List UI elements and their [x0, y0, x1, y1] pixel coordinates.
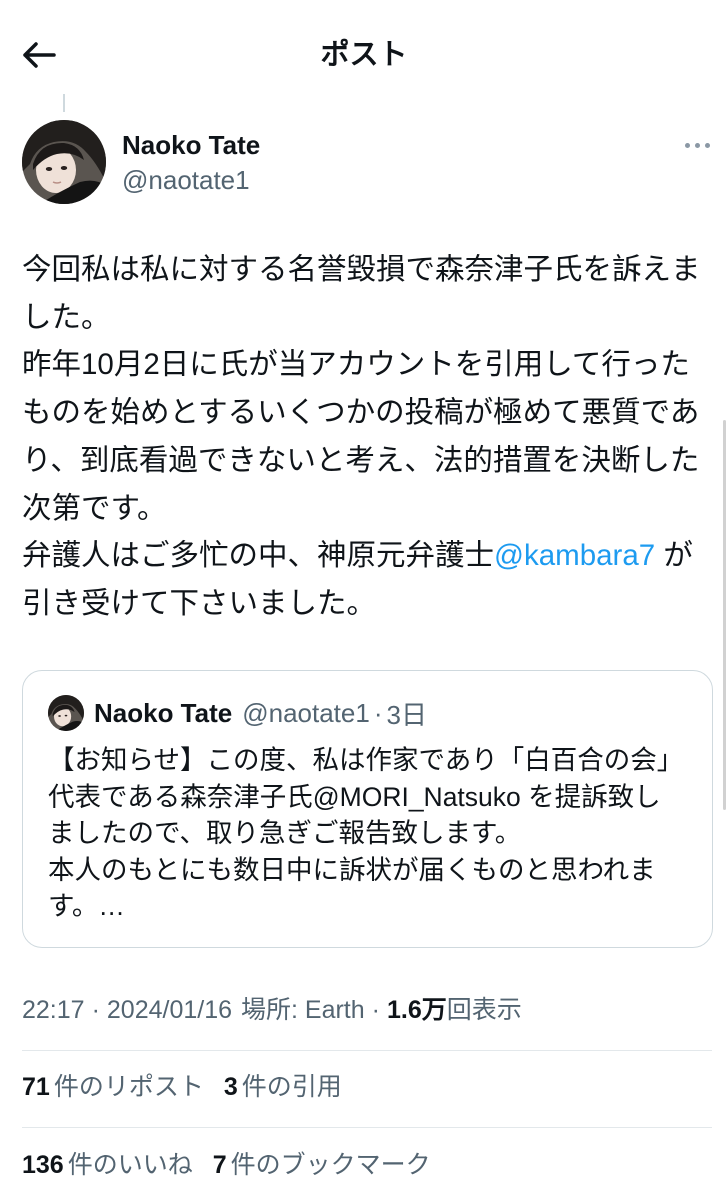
post-text-line: 弁護人はご多忙の中、神原元弁護士@kambara7 が [22, 532, 714, 580]
quoted-author-avatar [48, 695, 84, 731]
quoted-post-header: Naoko Tate @naotate1 · 3日 [48, 695, 427, 731]
author-handle[interactable]: @naotate1 [122, 163, 250, 197]
post-text: 今回私は私に対する名誉毀損で森奈津子氏を訴えま した。 昨年10月2日に氏が当ア… [22, 246, 714, 628]
separator-dot: · [371, 996, 380, 1024]
arrow-left-icon [23, 42, 56, 68]
more-horizontal-icon [684, 142, 710, 148]
divider [22, 1050, 712, 1051]
stat-count: 3 [223, 1073, 238, 1101]
stat-label: 件のブックマーク [230, 1151, 431, 1179]
reposts-stat[interactable]: 71 件のリポスト [22, 1073, 204, 1101]
quoted-text-line: 本人のもとにも数日中に訴状が届くものと思われま [48, 854, 656, 885]
avatar-image [48, 695, 84, 731]
post-metadata: 22:17 · 2024/01/16 場所: Earth · 1.6万回表示 [22, 993, 522, 1027]
view-count-label: 回表示 [446, 996, 522, 1024]
separator-dot: · [373, 697, 383, 728]
post-text-line: 昨年10月2日に氏が当アカウントを引用して行った [22, 348, 690, 382]
stat-count: 136 [22, 1151, 64, 1179]
quotes-stat[interactable]: 3 件の引用 [224, 1073, 342, 1101]
quoted-text-line: 【お知らせ】この度、私は作家であり「白百合の会」 [48, 745, 684, 775]
more-options-button[interactable] [680, 130, 714, 160]
scroll-indicator[interactable] [723, 420, 726, 810]
post-text-segment: が [655, 539, 693, 573]
post-time[interactable]: 22:17 [22, 996, 85, 1024]
stat-count: 71 [22, 1073, 50, 1101]
stat-label: 件のリポスト [53, 1073, 204, 1101]
stats-row: 136 件のいいね 7 件のブックマーク [22, 1148, 451, 1182]
divider [22, 1127, 712, 1128]
quoted-text-line: す。… [48, 891, 125, 921]
post-text-line: した。 [22, 300, 111, 334]
stats-row: 71 件のリポスト 3 件の引用 [22, 1070, 362, 1104]
quoted-author-name: Naoko Tate [94, 697, 233, 728]
quoted-author-handle: @naotate1 [242, 697, 370, 728]
quoted-post-age: 3日 [386, 699, 427, 730]
author-avatar[interactable] [22, 120, 106, 204]
view-count: 1.6万 [387, 996, 447, 1024]
quoted-post-text: 【お知らせ】この度、私は作家であり「白百合の会」 代表である森奈津子氏@MORI… [48, 742, 698, 925]
author-name[interactable]: Naoko Tate [122, 128, 260, 162]
top-bar: ポスト [0, 0, 728, 100]
post-text-line: 今回私は私に対する名誉毀損で森奈津子氏を訴えま [22, 253, 701, 286]
stat-label: 件の引用 [241, 1073, 342, 1101]
post-text-line: り、到底看過できないと考え、法的措置を決断した [22, 443, 700, 477]
likes-stat[interactable]: 136 件のいいね [22, 1151, 193, 1179]
back-button[interactable] [16, 34, 62, 76]
avatar-image [22, 120, 106, 204]
thread-connector [63, 94, 65, 112]
page-title: ポスト [320, 39, 408, 71]
post-text-line: 次第です。 [22, 491, 167, 525]
quoted-text-line: 代表である森奈津子氏@MORI_Natsuko を提訴致し [48, 781, 661, 812]
stat-label: 件のいいね [67, 1151, 193, 1179]
quoted-post[interactable]: Naoko Tate @naotate1 · 3日 【お知らせ】この度、私は作家… [22, 670, 713, 948]
stat-count: 7 [212, 1151, 227, 1179]
mention-link[interactable]: @kambara7 [494, 539, 655, 572]
bookmarks-stat[interactable]: 7 件のブックマーク [213, 1151, 431, 1179]
post-text-segment: 弁護人はご多忙の中、神原元弁護士 [22, 539, 495, 573]
post-text-line: ものを始めとするいくつかの投稿が極めて悪質であ [22, 396, 700, 430]
quoted-text-line: ましたので、取り急ぎご報告致します。 [48, 818, 522, 848]
post-text-line: 引き受けて下さいました。 [22, 586, 377, 620]
post-date[interactable]: 2024/01/16 [107, 996, 232, 1024]
post-location: 場所: Earth [241, 996, 365, 1024]
separator-dot: · [91, 996, 100, 1024]
